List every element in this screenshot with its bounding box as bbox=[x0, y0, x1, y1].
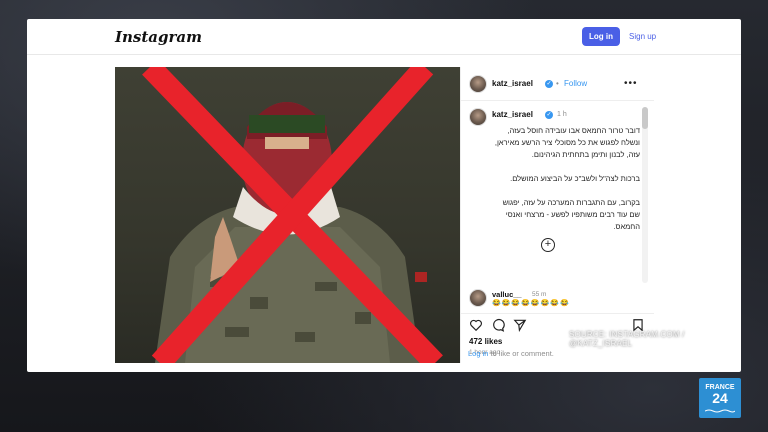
caption-paragraph: ברכות לצה"ל ולשב"כ על הביצוע המושלם. bbox=[510, 174, 640, 183]
source-caption: SOURCE: INSTAGRAM.COM / @KATZ_ISRAEL bbox=[569, 330, 685, 348]
author-avatar[interactable] bbox=[469, 75, 487, 93]
follow-button[interactable]: Follow bbox=[564, 79, 587, 88]
instagram-embed-screenshot: Instagram Log in Sign up katz_israel ✓ •… bbox=[27, 19, 741, 372]
login-link[interactable]: Log in bbox=[468, 349, 488, 358]
share-icon[interactable] bbox=[513, 318, 527, 332]
caption-avatar[interactable] bbox=[469, 108, 487, 126]
login-prompt-text: to like or comment. bbox=[490, 349, 554, 358]
comment-icon[interactable] bbox=[491, 318, 505, 332]
channel-number: 24 bbox=[712, 390, 728, 406]
photo-illustration bbox=[142, 67, 443, 363]
france24-logo: FRANCE 24 bbox=[699, 378, 741, 418]
top-bar: Instagram Log in Sign up bbox=[27, 19, 741, 55]
caption-scrollbar[interactable] bbox=[642, 107, 648, 283]
verified-badge-icon: ✓ bbox=[545, 111, 553, 119]
dot-separator: • bbox=[556, 79, 559, 88]
logo-wave-icon bbox=[705, 409, 735, 413]
caption-username[interactable]: katz_israel bbox=[492, 110, 533, 119]
caption-time: 1 h bbox=[557, 111, 567, 118]
comment-row: valluc__ 55 m 😂😂😂😂😂😂😂😂 bbox=[461, 287, 654, 309]
signup-link[interactable]: Sign up bbox=[629, 27, 656, 46]
post-header: katz_israel ✓ • Follow ••• bbox=[461, 67, 654, 101]
verified-badge-icon: ✓ bbox=[545, 80, 553, 88]
instagram-logo[interactable]: Instagram bbox=[115, 28, 202, 46]
login-button[interactable]: Log in bbox=[582, 27, 620, 46]
author-username[interactable]: katz_israel bbox=[492, 79, 533, 88]
caption-paragraph: בקרוב, עם התגברות המערכה על עזה, יפגוש ש… bbox=[502, 198, 640, 231]
add-circle-icon[interactable]: + bbox=[541, 238, 555, 252]
caption-text: דובר טרור החמאס אבו עובידה חוסל בעזה, ונ… bbox=[492, 125, 640, 245]
more-options-icon[interactable]: ••• bbox=[624, 78, 638, 89]
post-photo[interactable] bbox=[115, 67, 460, 363]
likes-count[interactable]: 472 likes bbox=[469, 337, 502, 346]
caption-paragraph: דובר טרור החמאס אבו עובידה חוסל בעזה, ונ… bbox=[494, 126, 640, 159]
commenter-username[interactable]: valluc__ bbox=[492, 290, 522, 299]
comment-text: 😂😂😂😂😂😂😂😂 bbox=[492, 300, 570, 307]
post-side-panel: katz_israel ✓ • Follow ••• katz_israel ✓… bbox=[460, 67, 654, 363]
login-prompt: Log in to like or comment. bbox=[468, 349, 554, 358]
heart-icon[interactable] bbox=[469, 318, 483, 332]
scrollbar-thumb[interactable] bbox=[642, 107, 648, 129]
comment-time: 55 m bbox=[532, 291, 547, 298]
caption-area: katz_israel ✓ 1 h דובר טרור החמאס אבו עו… bbox=[461, 101, 654, 285]
commenter-avatar[interactable] bbox=[469, 289, 487, 307]
